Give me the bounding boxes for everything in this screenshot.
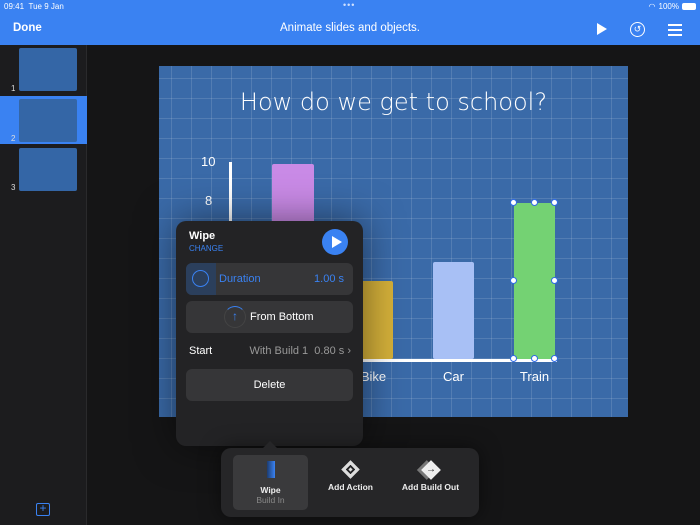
play-icon xyxy=(332,236,342,248)
selection-handle[interactable] xyxy=(551,277,558,284)
build-in-title: Wipe xyxy=(260,485,281,495)
wifi-icon: ◠ xyxy=(648,2,656,11)
stopwatch-icon xyxy=(192,270,209,287)
status-time: 09:41 Tue 9 Jan xyxy=(4,2,64,11)
start-label: Start xyxy=(189,345,213,357)
direction-label: From Bottom xyxy=(250,311,314,323)
selection-handle[interactable] xyxy=(530,199,538,206)
start-value[interactable]: With Build 1 0.80 s › xyxy=(249,345,351,357)
selection-handle[interactable] xyxy=(510,199,517,206)
build-in-subtitle: Build In xyxy=(256,495,285,505)
preview-button[interactable] xyxy=(322,229,348,255)
bar-train[interactable] xyxy=(514,203,555,359)
selection-handle[interactable] xyxy=(551,199,558,206)
slide-thumbnail-1[interactable] xyxy=(19,48,77,91)
change-effect-link[interactable]: CHANGE xyxy=(189,244,223,253)
build-in-wipe-button[interactable]: Wipe Build In xyxy=(233,455,308,510)
play-icon[interactable] xyxy=(597,23,607,35)
duration-value: 1.00 s xyxy=(314,273,344,285)
selection-handle[interactable] xyxy=(510,277,517,284)
toolbar-title: Animate slides and objects. xyxy=(280,22,420,34)
animation-popover: Wipe CHANGE Duration 1.00 s ↑ From Botto… xyxy=(176,221,363,446)
add-slide-button[interactable]: + xyxy=(36,502,50,516)
duration-row[interactable]: Duration 1.00 s xyxy=(186,263,353,295)
add-action-label: Add Action xyxy=(327,482,373,492)
y-tick: 10 xyxy=(201,154,216,169)
add-build-out-label: Add Build Out xyxy=(401,482,460,492)
delete-button[interactable]: Delete xyxy=(186,369,353,401)
duration-label: Duration xyxy=(219,273,261,285)
slide-number: 2 xyxy=(11,134,16,143)
list-icon[interactable] xyxy=(668,24,682,39)
status-battery: ◠ 100% xyxy=(649,2,696,11)
x-label: Car xyxy=(443,369,464,384)
slide-number: 1 xyxy=(11,84,16,93)
slide-title[interactable]: How do we get to school? xyxy=(159,88,628,116)
undo-icon[interactable]: ↺ xyxy=(630,22,645,37)
effect-title: Wipe xyxy=(189,230,216,242)
arrow-up-icon: ↑ xyxy=(224,306,246,328)
multitask-dots[interactable]: ••• xyxy=(343,0,355,10)
add-action-button[interactable]: Add Action xyxy=(313,455,388,510)
action-icon xyxy=(341,460,360,479)
selection-handle[interactable] xyxy=(510,355,517,362)
x-label: Train xyxy=(519,369,550,384)
y-tick: 8 xyxy=(205,193,213,208)
wipe-icon xyxy=(266,461,275,478)
selection-handle[interactable] xyxy=(530,355,538,362)
bar-bike[interactable] xyxy=(358,281,393,359)
bar-car[interactable] xyxy=(433,261,474,359)
build-toolbar: Wipe Build In Add Action → Add Build Out xyxy=(221,448,479,517)
toolbar-pointer xyxy=(262,441,278,449)
slide-thumbnail-3[interactable] xyxy=(19,148,77,191)
build-out-icon: → xyxy=(420,460,441,480)
direction-button[interactable]: ↑ From Bottom xyxy=(186,301,353,333)
battery-icon xyxy=(682,3,696,10)
slide-number: 3 xyxy=(11,183,16,192)
chevron-right-icon: › xyxy=(347,345,351,357)
slide-thumbnail-2[interactable] xyxy=(19,99,77,142)
add-build-out-button[interactable]: → Add Build Out xyxy=(393,455,468,510)
top-bar: 09:41 Tue 9 Jan ••• ◠ 100% Done Animate s… xyxy=(0,0,700,45)
selection-handle[interactable] xyxy=(551,355,558,362)
